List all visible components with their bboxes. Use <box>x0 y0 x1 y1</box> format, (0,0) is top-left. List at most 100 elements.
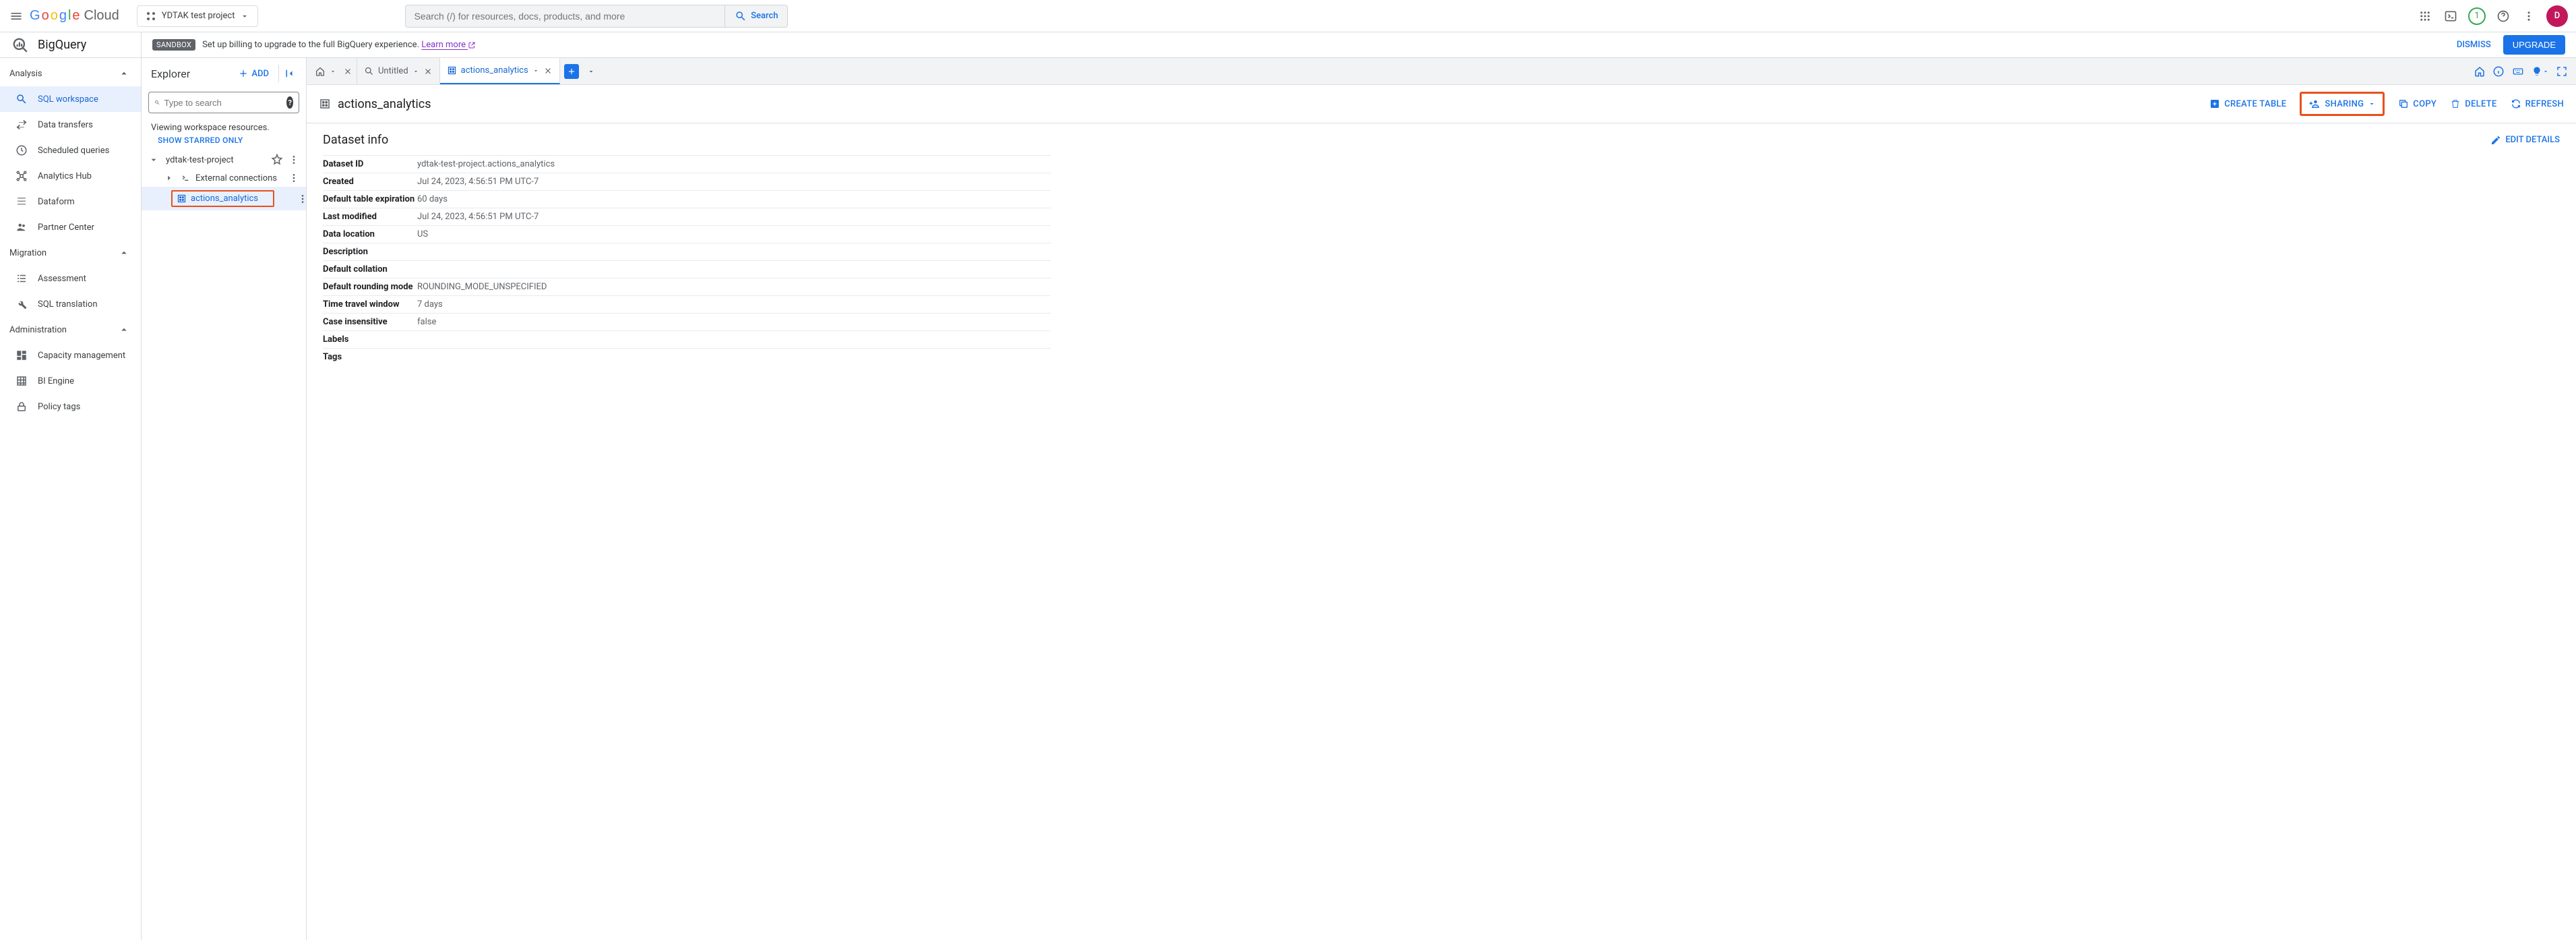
hamburger-menu-icon[interactable] <box>8 8 24 24</box>
nav-item-data-transfers[interactable]: Data transfers <box>0 112 141 138</box>
more-vert-icon[interactable] <box>286 154 302 165</box>
nav-section-migration[interactable]: Migration <box>0 240 141 266</box>
info-key: Created <box>323 173 417 191</box>
notif-count: 1 <box>2474 11 2479 21</box>
more-vert-icon[interactable] <box>2521 8 2537 24</box>
help-icon[interactable]: ? <box>286 96 293 109</box>
tab-home[interactable] <box>311 58 357 84</box>
nav-item-capacity-management[interactable]: Capacity management <box>0 343 141 368</box>
nav-section-administration[interactable]: Administration <box>0 317 141 343</box>
nav-item-assessment[interactable]: Assessment <box>0 266 141 291</box>
nav-label: Dataform <box>38 197 75 207</box>
list-icon <box>15 272 28 285</box>
search-button[interactable]: Search <box>725 5 787 27</box>
upgrade-banner: SANDBOX Set up billing to upgrade to the… <box>142 32 2576 57</box>
star-icon[interactable] <box>271 154 283 166</box>
search-input[interactable] <box>406 11 725 22</box>
upgrade-button[interactable]: UPGRADE <box>2503 35 2565 55</box>
sharing-button[interactable]: SHARING <box>2308 98 2376 110</box>
chevron-down-icon <box>148 154 159 165</box>
chevron-down-icon <box>330 68 336 75</box>
nav-section-label: Migration <box>9 248 47 258</box>
nav-section-label: Administration <box>9 325 67 335</box>
tab-untitled[interactable]: Untitled <box>357 58 440 84</box>
table-row: Default table expiration60 days <box>323 191 1051 208</box>
sharing-highlight: SHARING <box>2300 92 2385 116</box>
nav-label: BI Engine <box>38 376 74 386</box>
info-key: Dataset ID <box>323 156 417 173</box>
info-value: US <box>417 226 1051 243</box>
tabs-bar: Untitled actions_analytics <box>307 58 2576 85</box>
section-title: Dataset info <box>323 133 388 147</box>
user-avatar[interactable]: D <box>2546 5 2568 27</box>
nav-item-bi-engine[interactable]: BI Engine <box>0 368 141 394</box>
home-icon <box>315 66 326 77</box>
nav-section-analysis[interactable]: Analysis <box>0 61 141 86</box>
detail-title: actions_analytics <box>338 97 431 111</box>
info-value: 60 days <box>417 191 1051 208</box>
explorer-panel: Explorer ADD ? Viewing workspace resourc… <box>142 58 307 940</box>
nav-item-partner-center[interactable]: Partner Center <box>0 214 141 240</box>
close-icon[interactable] <box>423 67 433 76</box>
tree-dataset-actions-analytics[interactable]: actions_analytics <box>142 187 306 210</box>
wrench-icon <box>15 297 28 311</box>
collapse-left-icon <box>283 67 295 80</box>
chevron-down-icon <box>2368 100 2376 108</box>
main: Analysis SQL workspace Data transfers Sc… <box>0 58 2576 940</box>
viewing-text: Viewing workspace resources. <box>142 116 306 134</box>
more-vert-icon[interactable] <box>286 173 302 183</box>
tree-external-connections[interactable]: External connections <box>142 169 306 187</box>
nav-label: SQL translation <box>38 299 98 310</box>
nav-item-analytics-hub[interactable]: Analytics Hub <box>0 163 141 189</box>
close-icon[interactable] <box>343 67 352 76</box>
info-icon[interactable] <box>2492 65 2505 78</box>
info-key: Default collation <box>323 261 417 278</box>
cloud-shell-icon[interactable] <box>2443 8 2459 24</box>
nav-item-dataform[interactable]: Dataform <box>0 189 141 214</box>
nav-item-sql-translation[interactable]: SQL translation <box>0 291 141 317</box>
info-value: ROUNDING_MODE_UNSPECIFIED <box>417 278 1051 296</box>
notifications-badge[interactable]: 1 <box>2468 7 2486 25</box>
dataset-info-header: Dataset info EDIT DETAILS <box>323 133 2560 147</box>
dataset-info-table: Dataset IDydtak-test-project.actions_ana… <box>323 155 1051 365</box>
add-button[interactable]: ADD <box>234 65 273 82</box>
nav-item-policy-tags[interactable]: Policy tags <box>0 394 141 419</box>
edit-details-button[interactable]: EDIT DETAILS <box>2490 135 2560 146</box>
nav-item-scheduled-queries[interactable]: Scheduled queries <box>0 138 141 163</box>
explorer-search-input[interactable] <box>164 98 282 108</box>
info-key: Default rounding mode <box>323 278 417 296</box>
fullscreen-icon[interactable] <box>2556 65 2568 78</box>
nav-item-sql-workspace[interactable]: SQL workspace <box>0 86 141 112</box>
lock-icon <box>15 400 28 413</box>
tree-project-row[interactable]: ydtak-test-project <box>142 150 306 169</box>
second-row: BigQuery SANDBOX Set up billing to upgra… <box>0 32 2576 58</box>
close-icon[interactable] <box>543 66 553 76</box>
refresh-button[interactable]: REFRESH <box>2511 98 2564 109</box>
copy-button[interactable]: COPY <box>2398 98 2436 109</box>
info-value: 7 days <box>417 296 1051 314</box>
tab-actions-analytics[interactable]: actions_analytics <box>440 58 560 84</box>
nav-label: SQL workspace <box>38 94 98 105</box>
collapse-panel-button[interactable] <box>278 65 299 82</box>
add-label: ADD <box>251 69 269 79</box>
nav-label: Scheduled queries <box>38 146 109 156</box>
lightbulb-icon[interactable] <box>2532 66 2549 77</box>
learn-more-link[interactable]: Learn more <box>421 40 476 50</box>
create-table-button[interactable]: CREATE TABLE <box>2209 98 2286 109</box>
keyboard-icon[interactable] <box>2511 66 2525 77</box>
global-search: Search <box>405 5 788 28</box>
dataset-icon <box>319 98 331 110</box>
new-tab-button[interactable] <box>564 64 579 79</box>
tree-label: External connections <box>195 173 277 183</box>
chevron-down-icon[interactable] <box>587 67 595 76</box>
help-icon[interactable] <box>2495 8 2511 24</box>
dismiss-button[interactable]: DISMISS <box>2450 36 2498 54</box>
apps-icon[interactable] <box>2417 8 2433 24</box>
delete-button[interactable]: DELETE <box>2450 98 2496 109</box>
google-cloud-logo[interactable]: Google Cloud <box>30 8 119 24</box>
project-selector[interactable]: YDTAK test project <box>137 5 259 27</box>
external-link-icon <box>468 41 476 49</box>
show-starred-link[interactable]: SHOW STARRED ONLY <box>142 134 306 150</box>
info-value: Jul 24, 2023, 4:56:51 PM UTC-7 <box>417 208 1051 226</box>
home-outline-icon[interactable] <box>2474 65 2486 78</box>
